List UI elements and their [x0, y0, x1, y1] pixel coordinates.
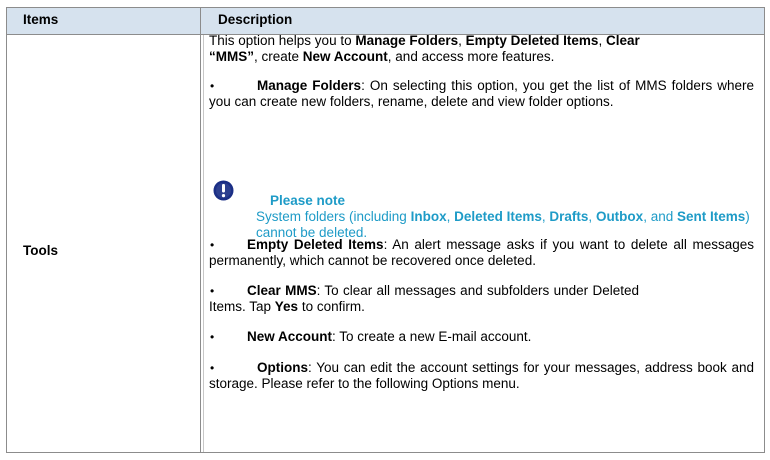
bullet-icon: • — [210, 79, 215, 93]
note-title: Please note — [270, 193, 346, 208]
list-item-manage-folders: • Manage Folders: On selecting this opti… — [209, 78, 755, 109]
header-description: Description — [218, 12, 293, 27]
list-item-options: • Options: You can edit the account sett… — [209, 360, 754, 391]
alert-icon — [213, 180, 234, 201]
column-divider — [200, 8, 201, 452]
list-item-new-account: • New Account: To create a new E-mail ac… — [210, 329, 532, 344]
column-divider-secondary — [203, 35, 204, 452]
list-item-clear-mms: • Clear MMS: To clear all messages and s… — [209, 283, 639, 314]
note-text: System folders (including Inbox, Deleted… — [256, 209, 750, 240]
bullet-icon: • — [210, 330, 215, 344]
table-header-row: Items Description — [7, 8, 764, 35]
bullet-icon: • — [210, 361, 215, 375]
bullet-icon: • — [210, 238, 215, 252]
item-name-tools: Tools — [23, 243, 58, 258]
intro-paragraph: This option helps you to Manage Folders,… — [209, 33, 640, 64]
list-item-empty-deleted-items: • Empty Deleted Items: An alert message … — [209, 237, 755, 268]
bullet-icon: • — [210, 284, 215, 298]
header-items: Items — [23, 12, 59, 27]
